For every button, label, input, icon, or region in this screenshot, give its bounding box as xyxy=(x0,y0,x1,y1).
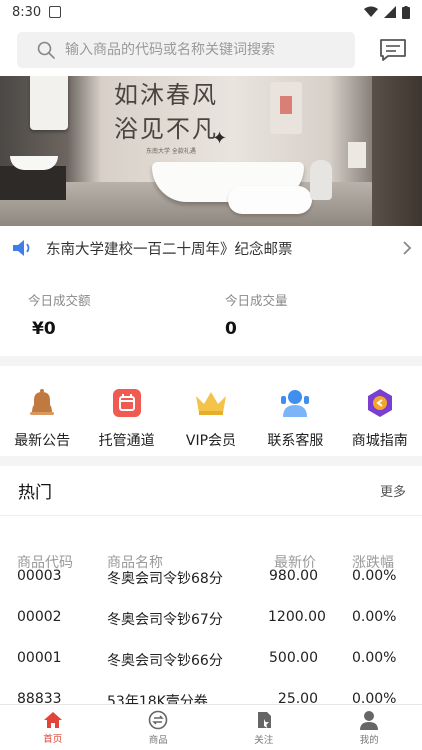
exchange-icon xyxy=(148,710,168,729)
volume-label: 今日成交量 xyxy=(225,293,288,308)
volume-stat: 今日成交量 0 xyxy=(225,290,288,339)
wifi-icon xyxy=(364,6,378,17)
quick-item-label: 最新公告 xyxy=(14,433,71,449)
towel-image xyxy=(348,142,366,168)
tab-mine[interactable]: 我的 xyxy=(317,705,422,750)
promo-banner[interactable]: 如沐春风 浴见不凡 东南大学 全款礼遇 ✦ xyxy=(0,76,422,226)
wall-heater-image xyxy=(270,82,302,134)
row-name: 冬奥会司令钞66分 xyxy=(107,653,223,669)
quick-item-service[interactable]: 联系客服 xyxy=(253,366,337,456)
follow-icon xyxy=(257,711,271,728)
hot-section: 热门 更多 商品代码 商品名称 最新价 涨跌幅 00003 冬奥会司令钞68分 … xyxy=(0,466,422,704)
row-code: 00003 xyxy=(17,568,62,584)
row-change: 0.00% xyxy=(352,691,397,704)
tab-follow[interactable]: 关注 xyxy=(211,705,317,750)
row-code: 88833 xyxy=(17,691,62,704)
notice-bar[interactable]: 东南大学建校一百二十周年》纪念邮票 xyxy=(0,226,422,270)
quick-item-label: VIP会员 xyxy=(185,433,237,449)
row-name: 53年18K壹分券 xyxy=(107,694,208,704)
home-icon xyxy=(43,711,62,728)
turnover-value: ¥0 xyxy=(32,319,56,339)
more-link[interactable]: 更多 xyxy=(380,481,406,500)
quick-item-guide[interactable]: 商城指南 xyxy=(338,366,422,456)
user-icon xyxy=(360,710,379,730)
status-time: 8:30 xyxy=(12,4,42,20)
table-row[interactable]: 88833 53年18K壹分券 25.00 0.00% xyxy=(0,679,422,704)
banner-subtitle: 东南大学 全款礼遇 xyxy=(146,148,196,155)
notification-icon xyxy=(49,6,62,18)
quick-item-label: 托管通道 xyxy=(98,433,155,449)
tab-label: 我的 xyxy=(359,734,379,746)
banner-title-line2: 浴见不凡 xyxy=(114,115,218,143)
quick-item-label: 商城指南 xyxy=(351,433,408,449)
cabinet-image xyxy=(0,166,66,200)
speaker-icon xyxy=(13,240,30,256)
signal-icon xyxy=(384,6,396,18)
quick-item-vip[interactable]: VIP会员 xyxy=(169,366,253,456)
row-change: 0.00% xyxy=(352,609,397,625)
header xyxy=(0,24,422,76)
turnover-stat: 今日成交额 ¥0 xyxy=(28,290,91,339)
quick-menu: 最新公告 托管通道 VIP会员 联系客服 商城指南 xyxy=(0,366,422,456)
message-icon xyxy=(380,39,406,61)
crown-icon xyxy=(194,386,228,420)
tab-label: 关注 xyxy=(254,734,274,746)
search-input[interactable] xyxy=(65,42,345,58)
row-price: 500.00 xyxy=(269,650,318,666)
basin-image xyxy=(10,156,58,170)
banner-title-line1: 如沐春风 xyxy=(114,81,218,109)
quick-item-label: 联系客服 xyxy=(267,433,324,449)
row-change: 0.00% xyxy=(352,568,397,584)
table-row[interactable]: 00003 冬奥会司令钞68分 980.00 0.00% xyxy=(0,556,422,597)
hot-title: 热门 xyxy=(18,483,52,503)
quick-item-announcement[interactable]: 最新公告 xyxy=(0,366,84,456)
search-icon xyxy=(37,41,55,59)
row-price: 980.00 xyxy=(269,568,318,584)
door-image xyxy=(372,76,422,226)
battery-icon xyxy=(402,5,410,19)
table-row[interactable]: 00002 冬奥会司令钞67分 1200.00 0.00% xyxy=(0,597,422,638)
today-stats: 今日成交额 ¥0 今日成交量 0 xyxy=(0,270,422,356)
guide-icon xyxy=(363,386,397,420)
turnover-label: 今日成交额 xyxy=(28,293,91,308)
tab-label: 首页 xyxy=(43,733,63,745)
hot-header: 热门 更多 xyxy=(0,466,422,516)
status-icons xyxy=(364,5,410,19)
banner-title: 如沐春风 浴见不凡 xyxy=(114,78,224,146)
bird-icon: ✦ xyxy=(212,128,228,149)
row-name: 冬奥会司令钞67分 xyxy=(107,612,223,628)
row-price: 1200.00 xyxy=(268,609,326,625)
chevron-right-icon xyxy=(403,241,412,255)
table-row[interactable]: 00001 冬奥会司令钞66分 500.00 0.00% xyxy=(0,638,422,679)
service-icon xyxy=(278,386,312,420)
row-code: 00001 xyxy=(17,650,62,666)
heater-image xyxy=(228,186,312,214)
calendar-icon xyxy=(110,386,144,420)
row-code: 00002 xyxy=(17,609,62,625)
hot-table: 商品代码 商品名称 最新价 涨跌幅 00003 冬奥会司令钞68分 980.00… xyxy=(0,516,422,704)
tab-products[interactable]: 商品 xyxy=(106,705,212,750)
quick-item-escrow[interactable]: 托管通道 xyxy=(84,366,168,456)
water-heater-image xyxy=(30,76,68,130)
vase-image xyxy=(310,160,332,200)
bottom-tab-bar: 首页 商品 关注 我的 xyxy=(0,704,422,750)
message-button[interactable] xyxy=(378,35,408,65)
row-price: 25.00 xyxy=(277,691,318,704)
status-bar: 8:30 xyxy=(0,0,422,24)
volume-value: 0 xyxy=(225,319,237,339)
tab-label: 商品 xyxy=(148,734,168,746)
bell-icon xyxy=(25,386,59,420)
search-bar[interactable] xyxy=(17,32,355,68)
notice-text: 东南大学建校一百二十周年》纪念邮票 xyxy=(46,241,293,258)
tab-home[interactable]: 首页 xyxy=(0,705,106,750)
row-change: 0.00% xyxy=(352,650,397,666)
row-name: 冬奥会司令钞68分 xyxy=(107,571,223,587)
